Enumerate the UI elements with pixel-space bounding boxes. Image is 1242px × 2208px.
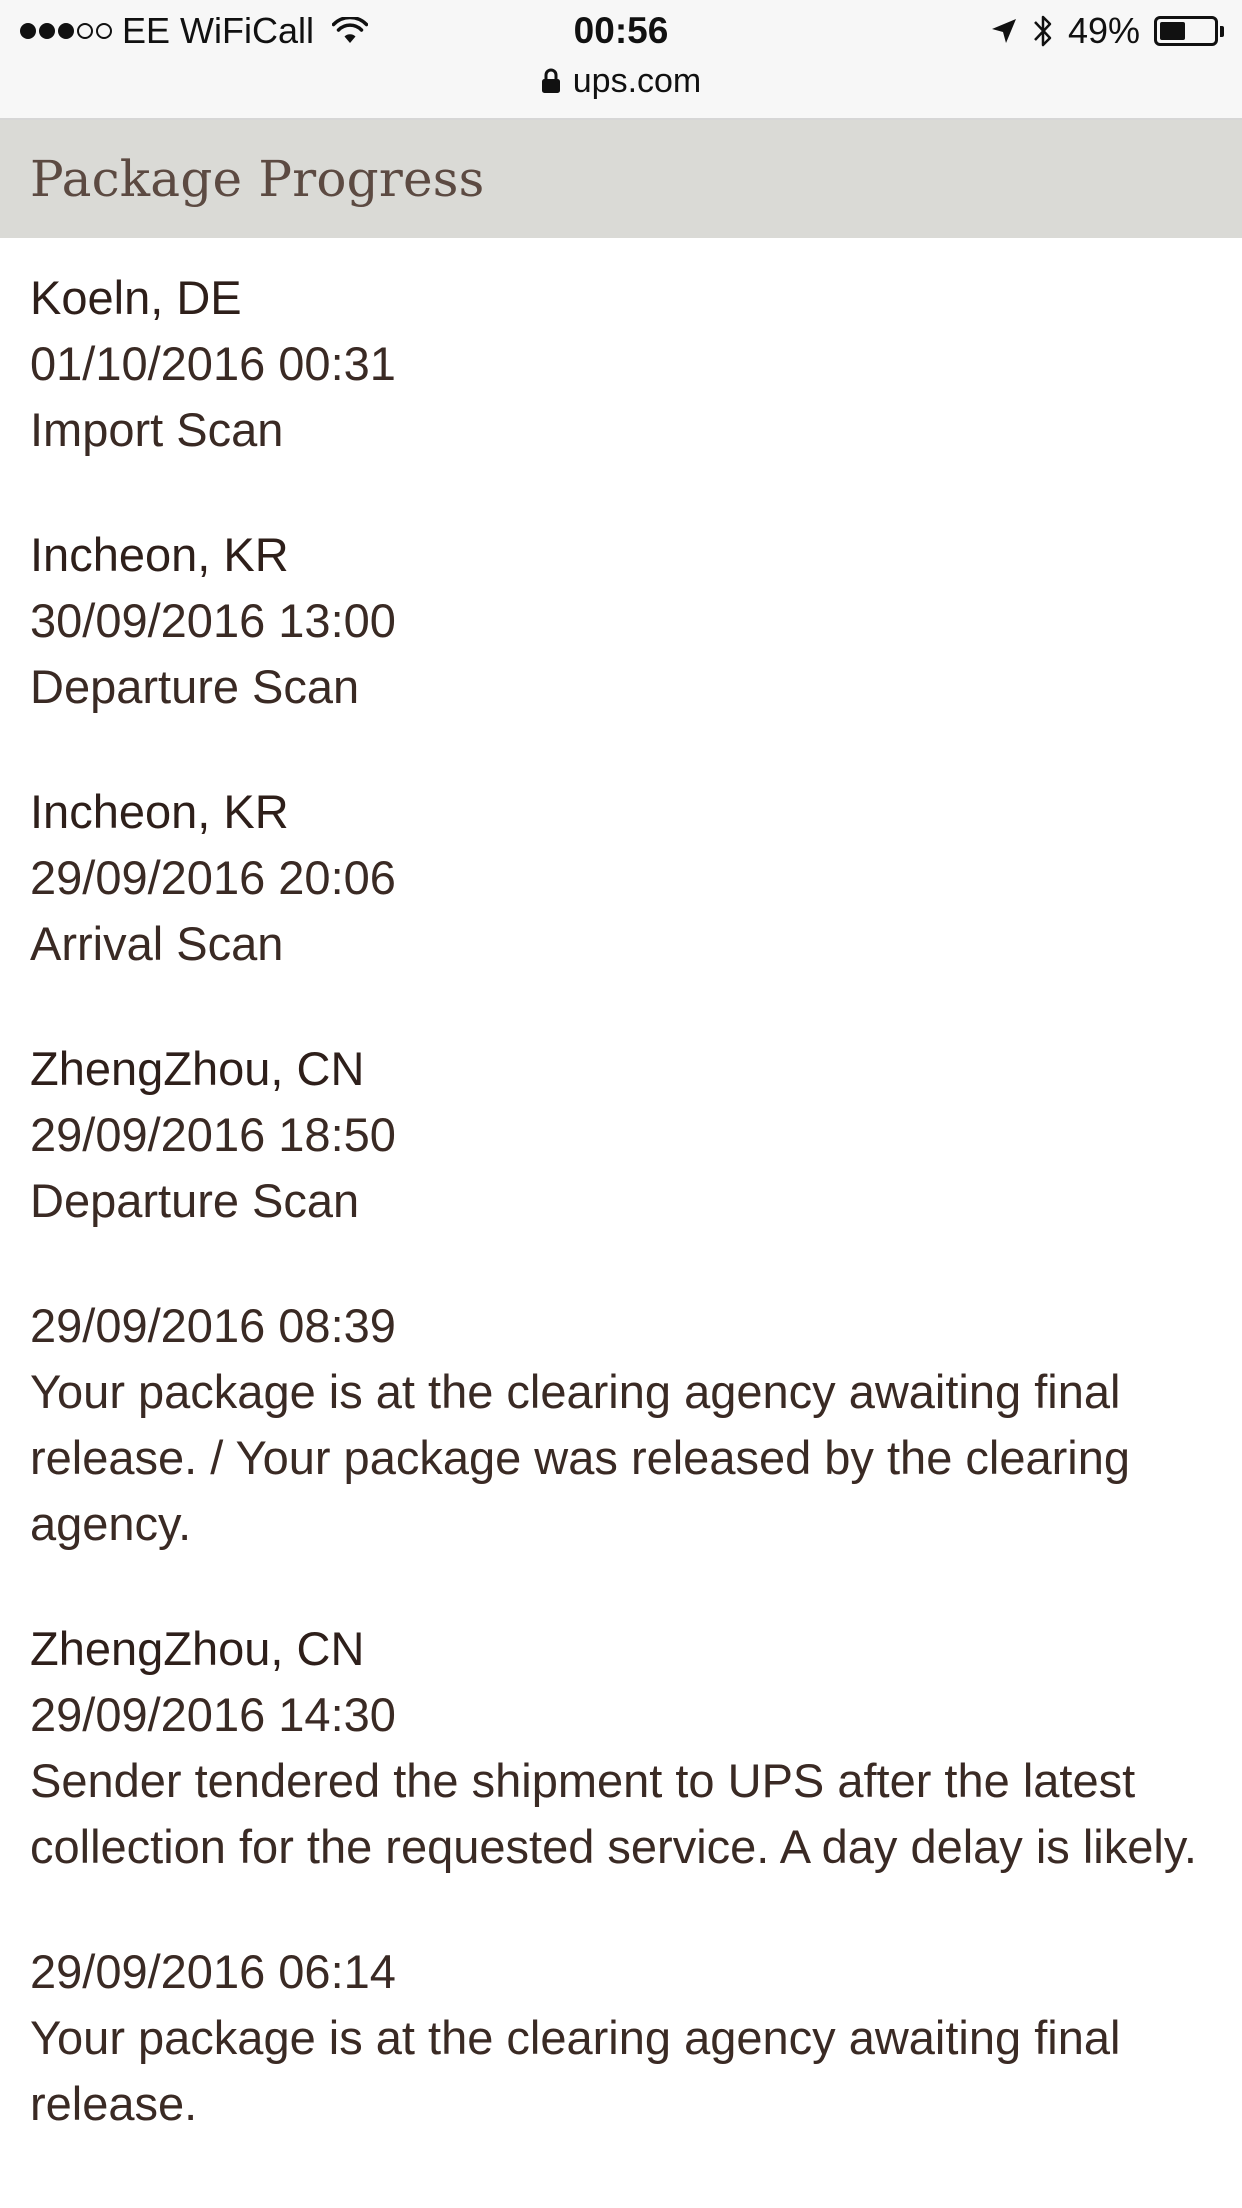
page-header: Package Progress xyxy=(0,120,1242,238)
progress-entry: Incheon, KR 29/09/2016 20:06 Arrival Sca… xyxy=(30,779,1220,977)
entry-location: ZhengZhou, CN xyxy=(30,1042,365,1095)
entry-datetime: 29/09/2016 18:50 xyxy=(30,1108,396,1161)
lock-icon xyxy=(541,68,560,93)
entry-datetime: 30/09/2016 13:00 xyxy=(30,594,396,647)
entry-datetime: 29/09/2016 06:14 xyxy=(30,1945,396,1998)
battery-fill xyxy=(1160,22,1186,40)
status-bar-right: 49% xyxy=(990,8,1224,54)
entry-datetime: 01/10/2016 00:31 xyxy=(30,337,396,390)
bluetooth-icon xyxy=(1034,15,1052,47)
entry-location: Incheon, KR xyxy=(30,528,289,581)
package-progress-list: Koeln, DE 01/10/2016 00:31 Import Scan I… xyxy=(30,265,1220,2196)
battery-icon xyxy=(1154,16,1224,46)
entry-activity: Your package is at the clearing agency a… xyxy=(30,2011,1121,2130)
entry-activity: Departure Scan xyxy=(30,660,360,713)
location-arrow-icon xyxy=(991,19,1016,43)
browser-chrome: EE WiFiCall 00:56 49% ups.com xyxy=(0,0,1242,120)
progress-entry: 29/09/2016 06:14 Your package is at the … xyxy=(30,1939,1220,2137)
progress-entry: ZhengZhou, CN 29/09/2016 14:30 Sender te… xyxy=(30,1616,1220,1880)
entry-datetime: 29/09/2016 14:30 xyxy=(30,1688,396,1741)
entry-datetime: 29/09/2016 08:39 xyxy=(30,1299,396,1352)
battery-percent: 49% xyxy=(1067,10,1140,51)
page-title: Package Progress xyxy=(30,150,485,208)
entry-location: Incheon, KR xyxy=(30,785,289,838)
entry-location: Koeln, DE xyxy=(30,271,242,324)
progress-entry: Incheon, KR 30/09/2016 13:00 Departure S… xyxy=(30,522,1220,720)
entry-activity: Import Scan xyxy=(30,403,284,456)
progress-entry: ZhengZhou, CN 29/09/2016 18:50 Departure… xyxy=(30,1036,1220,1234)
entry-datetime: 29/09/2016 20:06 xyxy=(30,851,396,904)
address-bar[interactable]: ups.com xyxy=(0,58,1242,104)
entry-activity: Sender tendered the shipment to UPS afte… xyxy=(30,1754,1197,1873)
progress-entry: Koeln, DE 01/10/2016 00:31 Import Scan xyxy=(30,265,1220,463)
entry-location: ZhengZhou, CN xyxy=(30,1622,365,1675)
entry-activity: Your package is at the clearing agency a… xyxy=(30,1365,1130,1550)
entry-activity: Departure Scan xyxy=(30,1174,360,1227)
progress-entry: 29/09/2016 08:39 Your package is at the … xyxy=(30,1293,1220,1557)
url-text: ups.com xyxy=(572,61,702,100)
entry-activity: Arrival Scan xyxy=(30,917,284,970)
